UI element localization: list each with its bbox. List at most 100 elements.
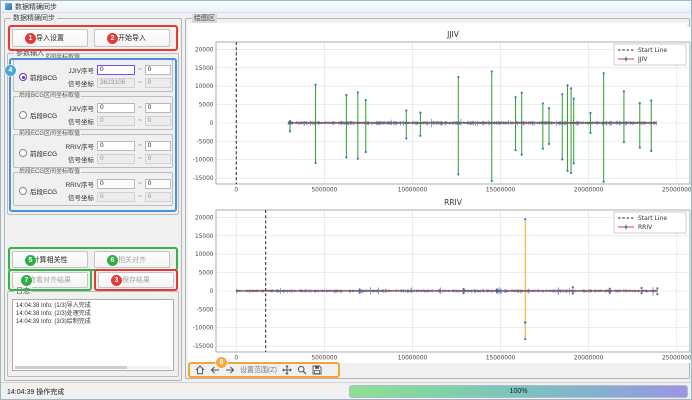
badge-2: 2 [107,33,118,44]
app-icon [5,3,12,10]
view-align-result-button[interactable]: 7 查看对齐结果 [12,272,88,288]
jjiv-index-from-input[interactable] [97,65,135,75]
rear-ecg-group-title: 后段ECG区间坐标取值 [18,169,81,176]
rriv-index-from-input[interactable] [97,141,135,151]
forward-icon[interactable] [225,365,235,375]
jjiv-index-to-input[interactable] [145,103,171,113]
save-icon[interactable] [312,365,322,375]
start-import-label: 开始导入 [118,33,146,43]
jjiv-index-to-input[interactable] [145,65,171,75]
front-ecg-radio[interactable]: 前段ECG [19,148,57,158]
svg-text:15000000: 15000000 [486,356,516,362]
import-settings-button[interactable]: 1 导入设置 [12,29,88,47]
jjiv-index-label: JJIV序号 [64,65,94,75]
zoom-icon[interactable] [297,365,307,375]
log-horizontal-scrollbar[interactable] [15,366,171,369]
rriv-index-to-input[interactable] [145,141,171,151]
plot-panel-group: 绘图区 050000001000000015000000200000002500… [185,18,690,379]
pan-icon[interactable] [282,365,292,375]
svg-text:10000000: 10000000 [398,356,428,362]
svg-text:0: 0 [234,188,238,194]
svg-text:10000: 10000 [195,84,214,90]
svg-text:5000: 5000 [199,103,214,109]
radio-icon[interactable] [19,73,27,81]
radio-icon[interactable] [19,187,27,195]
set-range-button[interactable]: 设置范围(Z) [240,365,277,375]
plot-panel-title: 绘图区 [192,14,217,23]
signal-coord-from-input [97,192,135,202]
jjiv-index-from-input[interactable] [97,103,135,113]
svg-text:20000: 20000 [195,47,214,53]
main-area: 数据精确同步 1 导入设置 2 开始导入 参数输入 4 前段BCG区间坐标取值 [1,13,691,382]
rear-bcg-group-title: 后段BCG区间坐标取值 [18,93,81,100]
radio-icon[interactable] [19,111,27,119]
svg-text:RRIV: RRIV [638,224,653,231]
svg-text:20000000: 20000000 [574,356,604,362]
title-bar: 数据精确同步 [1,1,691,13]
svg-text:15000: 15000 [195,234,214,240]
signal-coord-to-input [145,116,171,126]
window-title: 数据精确同步 [15,2,57,12]
badge-4: 4 [5,65,16,76]
front-ecg-group-title: 前段ECG区间坐标取值 [18,131,81,138]
home-icon[interactable] [195,365,205,375]
badge-8: 8 [216,357,227,368]
rear-bcg-group: 后段BCG区间坐标取值 后段BCG JJIV序号 ~ 信号坐标 [13,96,173,130]
rriv-index-to-input[interactable] [145,179,171,189]
svg-text:Start Line: Start Line [638,47,667,54]
svg-text:0: 0 [210,289,214,295]
log-list[interactable]: 14:04:38 Info: (1/3)导入完成 14:04:38 Info: … [12,299,174,371]
import-settings-label: 导入设置 [36,33,64,43]
save-result-label: 保存结果 [122,275,150,285]
save-result-button[interactable]: 3 保存结果 [98,272,174,288]
front-ecg-group: 前段ECG区间坐标取值 前段ECG RRIV序号 ~ 信号坐标 [13,134,173,168]
svg-text:-10000: -10000 [193,158,214,164]
tilde-separator: ~ [138,142,142,149]
rear-ecg-radio[interactable]: 后段ECG [19,186,57,196]
calc-correlation-button[interactable]: 5 计算相关性 [12,251,88,268]
radio-icon[interactable] [19,149,27,157]
rriv-chart: 0500000010000000150000002000000025000000… [188,195,692,363]
view-align-result-label: 查看对齐结果 [29,275,71,285]
plot-toolbar: 8 设置范围(Z) [188,362,340,378]
app-window: 数据精确同步 数据精确同步 1 导入设置 2 开始导入 参数输入 4 [0,0,692,400]
param-input-group: 参数输入 4 前段BCG区间坐标取值 前段BCG JJIV序号 ~ [7,53,179,215]
start-import-button[interactable]: 2 开始导入 [94,29,170,47]
signal-coord-label: 信号坐标 [64,116,94,126]
svg-text:0: 0 [210,121,214,127]
front-bcg-radio[interactable]: 前段BCG [19,72,57,82]
signal-coord-label: 信号坐标 [64,154,94,164]
log-entry: 14:04:39 Info: (3/3)绘制完成 [16,318,170,326]
correlation-align-button[interactable]: 6 相关对齐 [94,251,170,268]
svg-text:-15000: -15000 [193,176,214,182]
svg-text:25000000: 25000000 [662,188,692,194]
signal-coord-from-input [97,78,135,88]
signal-coord-to-input [145,78,171,88]
jjiv-index-label: JJIV序号 [64,103,94,113]
svg-text:Start Line: Start Line [638,215,667,222]
svg-text:JJIV: JJIV [446,30,460,39]
svg-text:5000: 5000 [199,271,214,277]
svg-text:5000000: 5000000 [311,188,337,194]
rriv-index-label: RRIV序号 [64,179,94,189]
svg-text:-15000: -15000 [193,344,214,350]
matplotlib-figure: 0500000010000000150000002000000025000000… [188,23,687,363]
svg-text:JJIV: JJIV [637,56,648,63]
signal-coord-from-input [97,116,135,126]
calc-correlation-label: 计算相关性 [33,255,68,265]
scrollbar-thumb[interactable] [15,366,127,369]
tilde-separator: ~ [138,79,142,86]
log-entry: 14:04:38 Info: (2/3)处理完成 [16,310,170,318]
badge-7: 7 [21,275,32,286]
rear-bcg-radio[interactable]: 后段BCG [19,110,57,120]
left-panel-title: 数据精确同步 [11,14,57,23]
status-bar: 14:04:39 操作完成 100% [1,382,691,399]
front-bcg-group: 前段BCG区间坐标取值 前段BCG JJIV序号 ~ 信号坐标 [13,58,173,92]
progress-bar: 100% [349,385,688,398]
param-input-title: 参数输入 [14,49,46,58]
rriv-index-from-input[interactable] [97,179,135,189]
status-text: 14:04:39 操作完成 [7,387,64,397]
log-group-title: 日志 [14,287,32,296]
svg-text:RRIV: RRIV [444,198,463,207]
tilde-separator: ~ [138,193,142,200]
